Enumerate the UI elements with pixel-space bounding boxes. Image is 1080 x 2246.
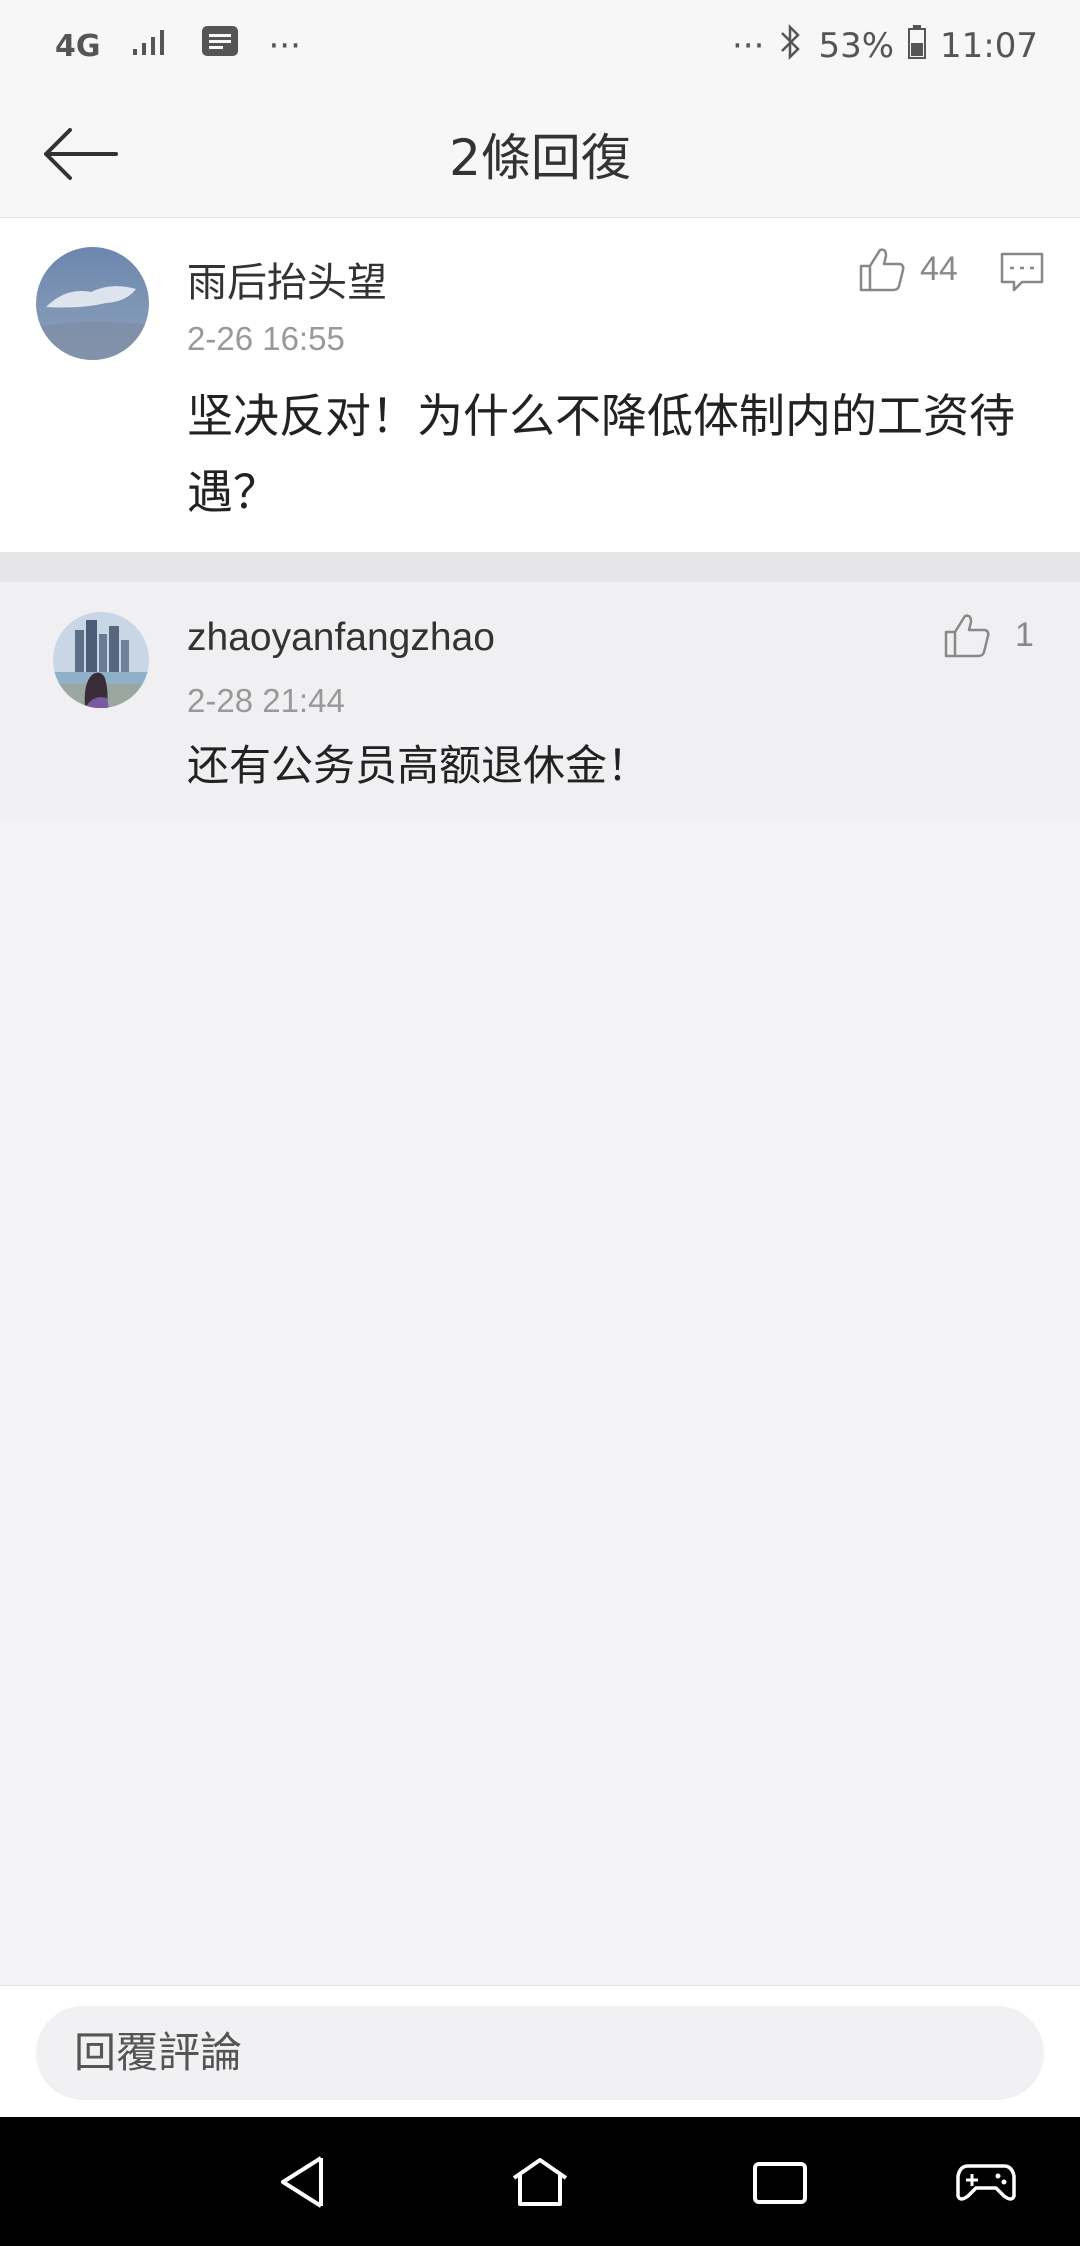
timestamp: 2-26 16:55	[187, 320, 345, 357]
timestamp: 2-28 21:44	[187, 682, 345, 719]
more-dots-icon: ···	[732, 26, 765, 66]
triangle-back-icon	[281, 2156, 323, 2208]
comment-icon	[1000, 252, 1044, 292]
recents-icon	[753, 2162, 807, 2204]
battery-icon	[908, 24, 927, 68]
network-4g-icon: 4G	[55, 28, 101, 64]
nav-recents-button[interactable]	[740, 2147, 820, 2217]
bluetooth-icon	[778, 23, 804, 70]
status-bar: 4G ··· ··· 53% 11:07	[0, 0, 1080, 90]
more-dots-icon: ···	[268, 26, 301, 66]
reply-input[interactable]: 回覆評論	[36, 2006, 1044, 2100]
nav-back-button[interactable]	[262, 2147, 342, 2217]
avatar[interactable]	[53, 612, 149, 708]
like-button[interactable]: 44	[858, 246, 958, 292]
thumbs-up-icon	[944, 614, 990, 658]
clock: 11:07	[940, 26, 1038, 66]
message-icon	[201, 25, 239, 68]
reply-bar: 回覆評論	[0, 1985, 1080, 2118]
main-comment: 雨后抬头望 2-26 16:55 44 坚决反对！为什么不降低体制内的工资待遇？	[0, 218, 1080, 552]
signal-icon	[131, 26, 171, 66]
avatar[interactable]	[36, 247, 149, 360]
system-nav-bar	[0, 2117, 1080, 2246]
comment-body: 坚决反对！为什么不降低体制内的工资待遇？	[187, 389, 1015, 519]
status-left: 4G ···	[55, 18, 301, 74]
reply-text: 还有公务员高额退休金！	[187, 741, 650, 790]
like-count: 44	[920, 249, 958, 288]
reply-button[interactable]	[1000, 252, 1044, 296]
status-right: ··· 53% 11:07	[732, 18, 1038, 74]
nav-game-button[interactable]	[946, 2147, 1026, 2217]
reply-item: zhaoyanfangzhao 2-28 21:44 1 还有公务员高额退休金！	[0, 582, 1080, 820]
battery-level: 53%	[818, 26, 895, 66]
like-button[interactable]: 1	[943, 612, 1034, 658]
thumbs-up-icon	[859, 248, 905, 292]
username[interactable]: zhaoyanfangzhao	[187, 616, 495, 660]
page-title: 2條回復	[449, 129, 631, 187]
home-icon	[512, 2158, 568, 2206]
header-bar: 2條回復	[0, 90, 1080, 218]
gamepad-icon	[956, 2164, 1016, 2201]
nav-home-button[interactable]	[500, 2147, 580, 2217]
username[interactable]: 雨后抬头望	[187, 250, 387, 308]
section-divider	[0, 552, 1080, 582]
like-count: 1	[1015, 615, 1034, 654]
